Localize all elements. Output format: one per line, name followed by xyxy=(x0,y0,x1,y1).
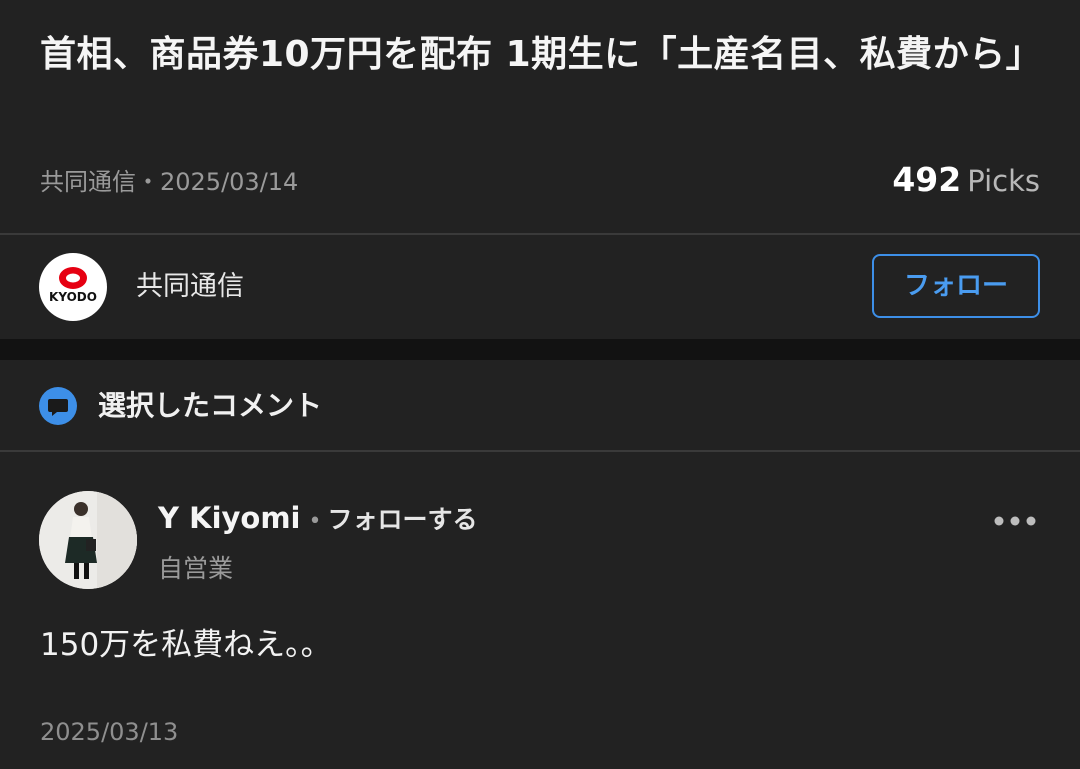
picks-label: Picks xyxy=(967,164,1040,198)
publisher-name[interactable]: 共同通信 xyxy=(136,269,244,305)
article-meta: 共同通信・2025/03/14 xyxy=(40,166,298,198)
follow-user-link[interactable]: フォローする xyxy=(327,505,477,534)
publisher-row: KYODO 共同通信 フォロー xyxy=(0,235,1080,339)
comment-date: 2025/03/13 xyxy=(40,718,179,746)
selected-comments-header: 選択したコメント xyxy=(0,360,1080,450)
logo-text: KYODO xyxy=(49,290,97,304)
avatar[interactable] xyxy=(39,491,137,589)
section-separator xyxy=(0,339,1080,360)
logo-ring-hole xyxy=(66,273,80,283)
follow-button[interactable]: フォロー xyxy=(872,254,1040,318)
article-title[interactable]: 首相、商品券10万円を配布 1期生に「土産名目、私費から」 xyxy=(40,26,1042,84)
selected-comments-title: 選択したコメント xyxy=(98,389,323,422)
user-avatar-photo xyxy=(39,491,137,589)
chat-bubble-icon xyxy=(39,387,77,425)
user-separator: • xyxy=(308,509,322,534)
picks-count: 492 xyxy=(892,160,962,199)
article-date: 2025/03/14 xyxy=(160,168,299,196)
comment-user-line: Y Kiyomi • フォローする xyxy=(158,498,478,543)
comment-body: 150万を私費ねえ。。 xyxy=(40,627,332,663)
article-source[interactable]: 共同通信 xyxy=(40,168,136,196)
more-horizontal-icon[interactable] xyxy=(992,510,1038,532)
meta-separator: ・ xyxy=(136,168,160,196)
picks-counter[interactable]: 492 Picks xyxy=(892,160,1040,206)
comment-card: Y Kiyomi • フォローする 自営業 150万を私費ねえ。。 2025/03/… xyxy=(0,452,1080,769)
comment-user-name[interactable]: Y Kiyomi xyxy=(158,501,301,535)
comment-user-job: 自営業 xyxy=(158,554,234,583)
article-header: 首相、商品券10万円を配布 1期生に「土産名目、私費から」 共同通信・2025/… xyxy=(0,0,1080,233)
kyodo-logo-icon: KYODO xyxy=(49,267,97,304)
publisher-logo[interactable]: KYODO xyxy=(39,253,107,321)
